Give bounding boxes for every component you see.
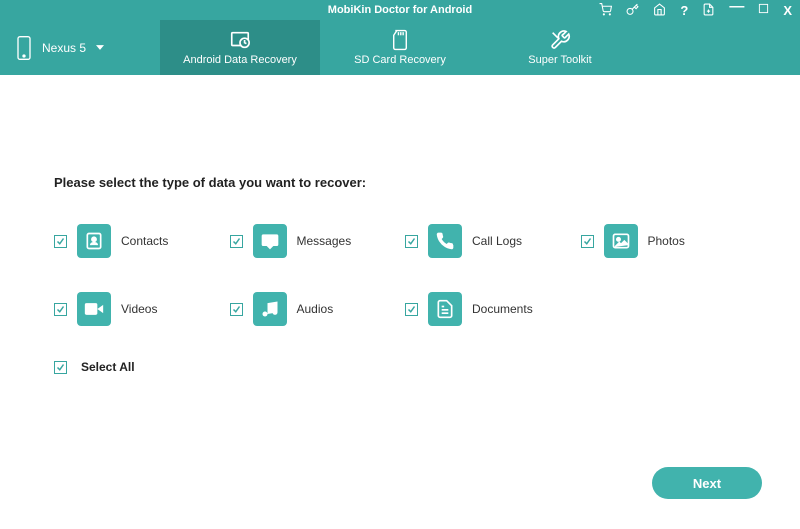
home-icon[interactable]: [653, 3, 666, 18]
content-area: Please select the type of data you want …: [0, 75, 800, 374]
toolkit-icon: [549, 29, 571, 51]
chevron-down-icon: [96, 45, 104, 50]
checkbox-contacts[interactable]: [54, 235, 67, 248]
titlebar: MobiKin Doctor for Android ? — X: [0, 0, 800, 20]
contacts-icon: [77, 224, 111, 258]
titlebar-actions: ? — X: [599, 3, 792, 18]
key-icon[interactable]: [626, 3, 639, 18]
minimize-icon[interactable]: —: [729, 3, 744, 18]
documents-icon: [428, 292, 462, 326]
page-heading: Please select the type of data you want …: [54, 175, 746, 190]
checkbox-audios[interactable]: [230, 303, 243, 316]
navbar: Nexus 5 Android Data Recovery SD Card Re…: [0, 20, 800, 75]
tab-android-data-recovery[interactable]: Android Data Recovery: [160, 20, 320, 75]
maximize-icon[interactable]: [758, 3, 769, 18]
recovery-icon: [228, 29, 252, 51]
item-documents: Documents: [405, 292, 571, 326]
checkbox-videos[interactable]: [54, 303, 67, 316]
item-contacts: Contacts: [54, 224, 220, 258]
messages-icon: [253, 224, 287, 258]
checkbox-documents[interactable]: [405, 303, 418, 316]
select-all-row: Select All: [54, 360, 746, 374]
item-messages: Messages: [230, 224, 396, 258]
close-icon[interactable]: X: [783, 3, 792, 18]
phone-icon: [16, 35, 32, 61]
feedback-icon[interactable]: [702, 3, 715, 18]
item-label: Documents: [472, 302, 533, 316]
checkbox-call-logs[interactable]: [405, 235, 418, 248]
item-videos: Videos: [54, 292, 220, 326]
cart-icon[interactable]: [599, 3, 612, 18]
tab-label: SD Card Recovery: [354, 54, 446, 66]
item-label: Call Logs: [472, 234, 522, 248]
item-audios: Audios: [230, 292, 396, 326]
help-icon[interactable]: ?: [680, 3, 688, 18]
tab-label: Super Toolkit: [528, 54, 591, 66]
audios-icon: [253, 292, 287, 326]
videos-icon: [77, 292, 111, 326]
item-label: Messages: [297, 234, 352, 248]
checkbox-messages[interactable]: [230, 235, 243, 248]
device-selector[interactable]: Nexus 5: [0, 20, 160, 75]
call-logs-icon: [428, 224, 462, 258]
next-button[interactable]: Next: [652, 467, 762, 499]
item-photos: Photos: [581, 224, 747, 258]
tab-label: Android Data Recovery: [183, 54, 297, 66]
checkbox-select-all[interactable]: [54, 361, 67, 374]
photos-icon: [604, 224, 638, 258]
device-name: Nexus 5: [42, 41, 86, 55]
item-label: Videos: [121, 302, 157, 316]
tab-super-toolkit[interactable]: Super Toolkit: [480, 20, 640, 75]
app-title: MobiKin Doctor for Android: [328, 4, 472, 16]
data-type-grid: Contacts Messages Call Logs Photos: [54, 224, 746, 326]
checkbox-photos[interactable]: [581, 235, 594, 248]
item-label: Contacts: [121, 234, 168, 248]
tab-sd-card-recovery[interactable]: SD Card Recovery: [320, 20, 480, 75]
item-label: Photos: [648, 234, 685, 248]
item-label: Audios: [297, 302, 334, 316]
item-call-logs: Call Logs: [405, 224, 571, 258]
select-all-label: Select All: [81, 360, 135, 374]
sdcard-icon: [390, 29, 410, 51]
